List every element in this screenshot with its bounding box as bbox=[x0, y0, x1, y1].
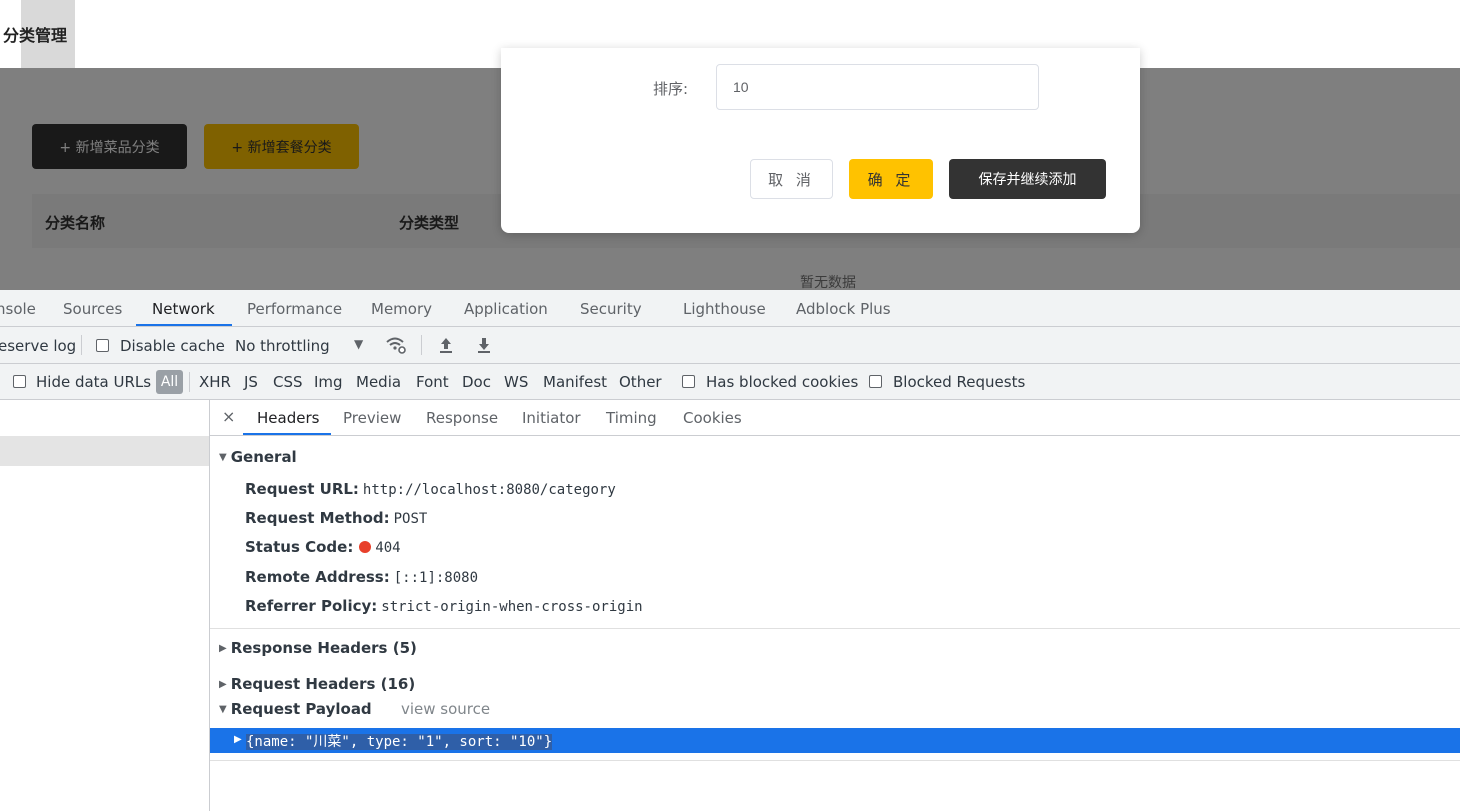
toolbar-divider bbox=[81, 335, 82, 355]
throttling-dropdown-icon[interactable]: ▼ bbox=[354, 337, 363, 351]
filter-manifest[interactable]: Manifest bbox=[543, 373, 607, 391]
payload-row[interactable]: ▶ {name: "川菜", type: "1", sort: "10"} bbox=[210, 728, 1460, 753]
expand-payload-icon[interactable]: ▶ bbox=[234, 734, 242, 745]
filter-all-button[interactable]: All bbox=[156, 370, 183, 394]
has-blocked-cookies-label[interactable]: Has blocked cookies bbox=[706, 373, 858, 391]
filter-ws[interactable]: WS bbox=[504, 373, 528, 391]
filter-divider bbox=[189, 372, 190, 392]
tab-security[interactable]: Security bbox=[580, 300, 642, 318]
view-source-link[interactable]: view source bbox=[401, 700, 490, 718]
import-har-icon[interactable] bbox=[438, 336, 454, 354]
request-url-label: Request URL: bbox=[245, 480, 359, 498]
section-divider bbox=[210, 628, 1460, 629]
hide-data-urls-checkbox[interactable] bbox=[13, 375, 26, 388]
detail-tab-indicator bbox=[243, 433, 331, 435]
disable-cache-checkbox[interactable] bbox=[96, 339, 109, 352]
tab-response[interactable]: Response bbox=[426, 409, 498, 427]
tab-sources[interactable]: Sources bbox=[63, 300, 122, 318]
tab-adblock-plus[interactable]: Adblock Plus bbox=[796, 300, 891, 318]
tab-preview[interactable]: Preview bbox=[343, 409, 401, 427]
page-title[interactable]: 分类管理 bbox=[3, 22, 67, 46]
network-filter-bar: Hide data URLs All XHR JS CSS Img Media … bbox=[0, 364, 1460, 400]
tab-cookies[interactable]: Cookies bbox=[683, 409, 742, 427]
request-url-row: Request URL: http://localhost:8080/catego… bbox=[245, 480, 616, 498]
tab-lighthouse[interactable]: Lighthouse bbox=[683, 300, 766, 318]
request-payload-toggle[interactable]: ▼ Request Payload bbox=[219, 700, 372, 718]
request-headers-toggle[interactable]: ▶ Request Headers (16) bbox=[219, 675, 415, 693]
preserve-log-label[interactable]: eserve log bbox=[0, 337, 76, 355]
tab-network[interactable]: Network bbox=[152, 300, 215, 318]
referrer-policy-label: Referrer Policy: bbox=[245, 597, 378, 615]
confirm-button[interactable]: 确 定 bbox=[849, 159, 933, 199]
save-and-continue-button[interactable]: 保存并继续添加 bbox=[949, 159, 1106, 199]
request-url-value[interactable]: http://localhost:8080/category bbox=[363, 482, 616, 498]
filter-css[interactable]: CSS bbox=[273, 373, 303, 391]
filter-img[interactable]: Img bbox=[314, 373, 343, 391]
request-detail-pane: × Headers Preview Response Initiator Tim… bbox=[210, 400, 1460, 811]
referrer-policy-row: Referrer Policy: strict-origin-when-cross… bbox=[245, 597, 643, 615]
export-har-icon[interactable] bbox=[476, 336, 492, 354]
throttling-select[interactable]: No throttling bbox=[235, 337, 330, 355]
active-tab-indicator bbox=[136, 324, 232, 326]
has-blocked-cookies-checkbox[interactable] bbox=[682, 375, 695, 388]
request-list bbox=[0, 400, 210, 811]
tab-memory[interactable]: Memory bbox=[371, 300, 432, 318]
devtools-panel: nsole Sources Network Performance Memory… bbox=[0, 290, 1460, 811]
blocked-requests-label[interactable]: Blocked Requests bbox=[893, 373, 1025, 391]
general-section-toggle[interactable]: ▼ General bbox=[219, 448, 297, 466]
tab-headers[interactable]: Headers bbox=[257, 409, 319, 427]
filter-other[interactable]: Other bbox=[619, 373, 662, 391]
filter-js[interactable]: JS bbox=[244, 373, 258, 391]
response-headers-toggle[interactable]: ▶ Response Headers (5) bbox=[219, 639, 417, 657]
request-method-label: Request Method: bbox=[245, 509, 390, 527]
expanded-triangle-icon: ▼ bbox=[219, 704, 227, 715]
tab-application[interactable]: Application bbox=[464, 300, 548, 318]
payload-text: {name: "川菜", type: "1", sort: "10"} bbox=[246, 731, 553, 751]
status-code-value[interactable]: 404 bbox=[375, 540, 400, 556]
filter-media[interactable]: Media bbox=[356, 373, 401, 391]
tab-performance[interactable]: Performance bbox=[247, 300, 342, 318]
remote-address-row: Remote Address: [::1]:8080 bbox=[245, 568, 478, 586]
blocked-requests-checkbox[interactable] bbox=[869, 375, 882, 388]
request-headers-title: Request Headers (16) bbox=[230, 675, 416, 693]
status-code-label: Status Code: bbox=[245, 538, 354, 556]
sort-label: 排序: bbox=[653, 80, 689, 98]
referrer-policy-value[interactable]: strict-origin-when-cross-origin bbox=[381, 599, 642, 615]
response-headers-title: Response Headers (5) bbox=[230, 639, 417, 657]
collapsed-triangle-icon: ▶ bbox=[219, 679, 227, 690]
toolbar-divider bbox=[421, 335, 422, 355]
general-title: General bbox=[230, 448, 297, 466]
devtools-tab-bar: nsole Sources Network Performance Memory… bbox=[0, 290, 1460, 327]
expanded-triangle-icon: ▼ bbox=[219, 452, 227, 463]
disable-cache-label[interactable]: Disable cache bbox=[120, 337, 225, 355]
filter-font[interactable]: Font bbox=[416, 373, 449, 391]
request-method-row: Request Method: POST bbox=[245, 509, 427, 527]
filter-doc[interactable]: Doc bbox=[462, 373, 491, 391]
close-detail-icon[interactable]: × bbox=[222, 407, 235, 426]
hide-data-urls-label[interactable]: Hide data URLs bbox=[36, 373, 151, 391]
payload-selection: {name: "川菜", type: "1", sort: "10"} bbox=[246, 734, 553, 750]
network-toolbar: eserve log Disable cache No throttling ▼ bbox=[0, 327, 1460, 364]
remote-address-label: Remote Address: bbox=[245, 568, 390, 586]
status-error-icon bbox=[359, 541, 372, 553]
collapsed-triangle-icon: ▶ bbox=[219, 643, 227, 654]
request-payload-title: Request Payload bbox=[230, 700, 372, 718]
sort-input[interactable]: 10 bbox=[716, 64, 1039, 110]
filter-xhr[interactable]: XHR bbox=[199, 373, 231, 391]
tab-timing[interactable]: Timing bbox=[606, 409, 657, 427]
detail-tab-bar: × Headers Preview Response Initiator Tim… bbox=[210, 400, 1460, 436]
section-divider bbox=[210, 760, 1460, 761]
selected-request-row[interactable] bbox=[0, 436, 209, 466]
tab-initiator[interactable]: Initiator bbox=[522, 409, 581, 427]
request-method-value[interactable]: POST bbox=[394, 511, 428, 527]
add-category-dialog: 排序: 10 取 消 确 定 保存并继续添加 bbox=[501, 48, 1140, 233]
tab-console[interactable]: nsole bbox=[0, 300, 36, 318]
remote-address-value[interactable]: [::1]:8080 bbox=[394, 570, 478, 586]
status-code-row: Status Code: 404 bbox=[245, 538, 401, 556]
cancel-button[interactable]: 取 消 bbox=[750, 159, 833, 199]
network-conditions-icon[interactable] bbox=[385, 335, 407, 355]
